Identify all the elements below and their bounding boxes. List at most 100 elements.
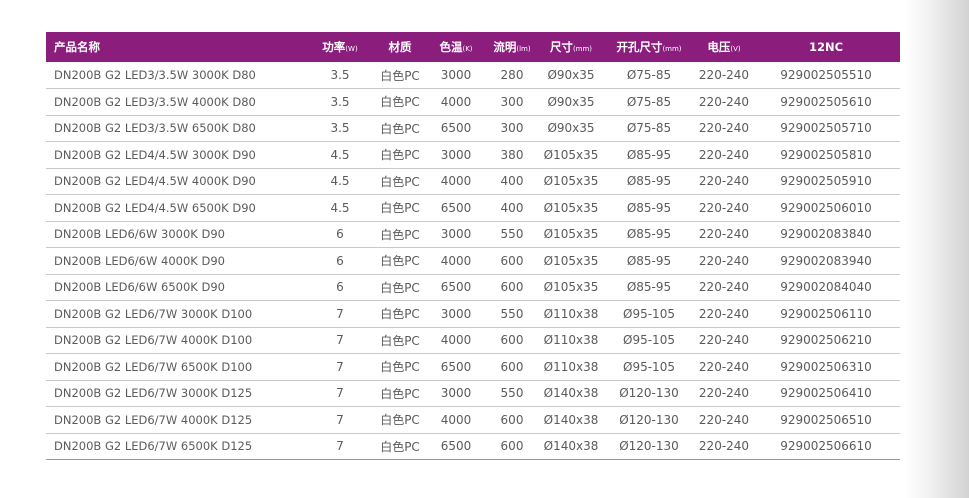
header-unit: (V) [730,45,741,53]
table-row: DN200B LED6/6W 6500K D90 6 白色PC 6500 600 Ø105… [46,274,900,301]
header-size: 尺寸(mm) [540,32,602,62]
product-name-cell: DN200B LED6/6W 6500K D90 [54,280,225,295]
voltage-cell: 220-240 [698,200,750,215]
table-row: DN200B G2 LED6/7W 3000K D100 7 白色PC 3000 550… [46,301,900,327]
lumen-cell: 600 [500,359,524,374]
material-cell: 白色PC [380,68,420,83]
header-color-temp: 色温(K) [428,32,484,62]
nc-code-cell: 929002084040 [780,280,872,295]
table-row: DN200B LED6/6W 4000K D90 6 白色PC 4000 600 Ø105… [46,248,900,274]
table-row: DN200B G2 LED4/4.5W 6500K D90 4.5 白色PC 6500… [46,195,900,221]
size-cell: Ø90x35 [547,68,595,82]
table-row: DN200B G2 LED3/3.5W 4000K D80 3.5 白色PC 4000… [46,89,900,115]
lumen-cell: 300 [500,94,524,109]
color-temp-cell: 3000 [440,386,472,401]
nc-code-cell: 929002083840 [780,227,872,242]
cutout-size-cell: Ø95-105 [623,333,675,348]
header-voltage: 电压(V) [696,32,752,62]
power-cell: 7 [336,359,344,374]
header-unit: (W) [345,45,358,53]
product-name-cell: DN200B G2 LED3/3.5W 3000K D80 [54,68,256,82]
table-row: DN200B G2 LED3/3.5W 3000K D80 3.5 白色PC 3000… [46,62,900,89]
color-temp-cell: 6500 [440,359,472,374]
cutout-size-cell: Ø85-95 [626,253,672,268]
size-cell: Ø105x35 [543,174,599,189]
power-cell: 6 [336,253,344,268]
size-cell: Ø140x38 [543,439,599,454]
material-cell: 白色PC [380,333,420,348]
cutout-size-cell: Ø85-95 [626,280,672,295]
table-row: DN200B G2 LED6/7W 3000K D125 7 白色PC 3000 550… [46,380,900,407]
power-cell: 4.5 [330,174,350,189]
nc-code-cell: 929002505910 [780,174,872,189]
material-cell: 白色PC [380,439,420,454]
power-cell: 3.5 [330,121,350,136]
voltage-cell: 220-240 [698,280,750,295]
power-cell: 3.5 [330,68,350,82]
product-name-cell: DN200B G2 LED4/4.5W 3000K D90 [54,147,256,162]
color-temp-cell: 6500 [440,439,472,454]
cutout-size-cell: Ø120-130 [619,386,679,401]
material-cell: 白色PC [380,386,420,401]
material-cell: 白色PC [380,227,420,242]
size-cell: Ø110x38 [543,359,599,374]
material-cell: 白色PC [380,360,420,375]
product-name-cell: DN200B G2 LED6/7W 6500K D100 [54,359,253,374]
power-cell: 7 [336,306,344,321]
voltage-cell: 220-240 [698,386,750,401]
header-unit: (K) [462,45,473,53]
header-label: 产品名称 [54,40,100,54]
color-temp-cell: 6500 [440,200,472,215]
nc-code-cell: 929002505610 [780,94,872,109]
header-power: 功率(W) [308,32,372,62]
voltage-cell: 220-240 [698,333,750,348]
nc-code-cell: 929002506610 [780,439,872,454]
lumen-cell: 600 [500,253,524,268]
lumen-cell: 400 [500,200,524,215]
header-lumen: 流明(lm) [484,32,540,62]
power-cell: 6 [336,280,344,295]
nc-code-cell: 929002506110 [780,306,872,321]
table-row: DN200B G2 LED6/7W 6500K D125 7 白色PC 6500 600… [46,433,900,460]
table-row: DN200B G2 LED6/7W 4000K D100 7 白色PC 4000 600… [46,327,900,354]
size-cell: Ø105x35 [543,200,599,215]
color-temp-cell: 6500 [440,280,472,295]
header-label: 尺寸 [549,40,573,54]
material-cell: 白色PC [380,307,420,322]
nc-code-cell: 929002505810 [780,147,872,162]
table-header: 产品名称 功率(W) 材质 色温(K) 流明(lm) 尺寸(mm) 开孔尺寸(m… [46,32,900,62]
cutout-size-cell: Ø85-95 [626,174,672,189]
cutout-size-cell: Ø85-95 [626,227,672,242]
material-cell: 白色PC [380,148,420,163]
size-cell: Ø90x35 [547,94,595,109]
voltage-cell: 220-240 [698,121,750,136]
material-cell: 白色PC [380,174,420,189]
product-name-cell: DN200B LED6/6W 4000K D90 [54,253,225,268]
cutout-size-cell: Ø120-130 [619,412,679,427]
color-temp-cell: 4000 [440,412,472,427]
cutout-size-cell: Ø85-95 [626,200,672,215]
power-cell: 7 [336,333,344,348]
voltage-cell: 220-240 [698,412,750,427]
nc-code-cell: 929002506310 [780,359,872,374]
nc-code-cell: 929002505710 [780,121,872,136]
size-cell: Ø90x35 [547,121,595,136]
nc-code-cell: 929002505510 [780,68,872,82]
size-cell: Ø110x38 [543,333,599,348]
cutout-size-cell: Ø75-85 [626,94,672,109]
cutout-size-cell: Ø95-105 [623,306,675,321]
size-cell: Ø105x35 [543,147,599,162]
header-label: 色温 [439,40,463,54]
product-name-cell: DN200B G2 LED6/7W 6500K D125 [54,439,253,454]
nc-code-cell: 929002083940 [780,253,872,268]
voltage-cell: 220-240 [698,227,750,242]
voltage-cell: 220-240 [698,306,750,321]
color-temp-cell: 3000 [440,306,472,321]
voltage-cell: 220-240 [698,94,750,109]
header-label: 材质 [388,40,412,54]
color-temp-cell: 6500 [440,121,472,136]
product-spec-table: 产品名称 功率(W) 材质 色温(K) 流明(lm) 尺寸(mm) 开孔尺寸(m… [46,32,900,460]
cutout-size-cell: Ø120-130 [619,439,679,454]
size-cell: Ø105x35 [543,280,599,295]
lumen-cell: 550 [500,386,524,401]
